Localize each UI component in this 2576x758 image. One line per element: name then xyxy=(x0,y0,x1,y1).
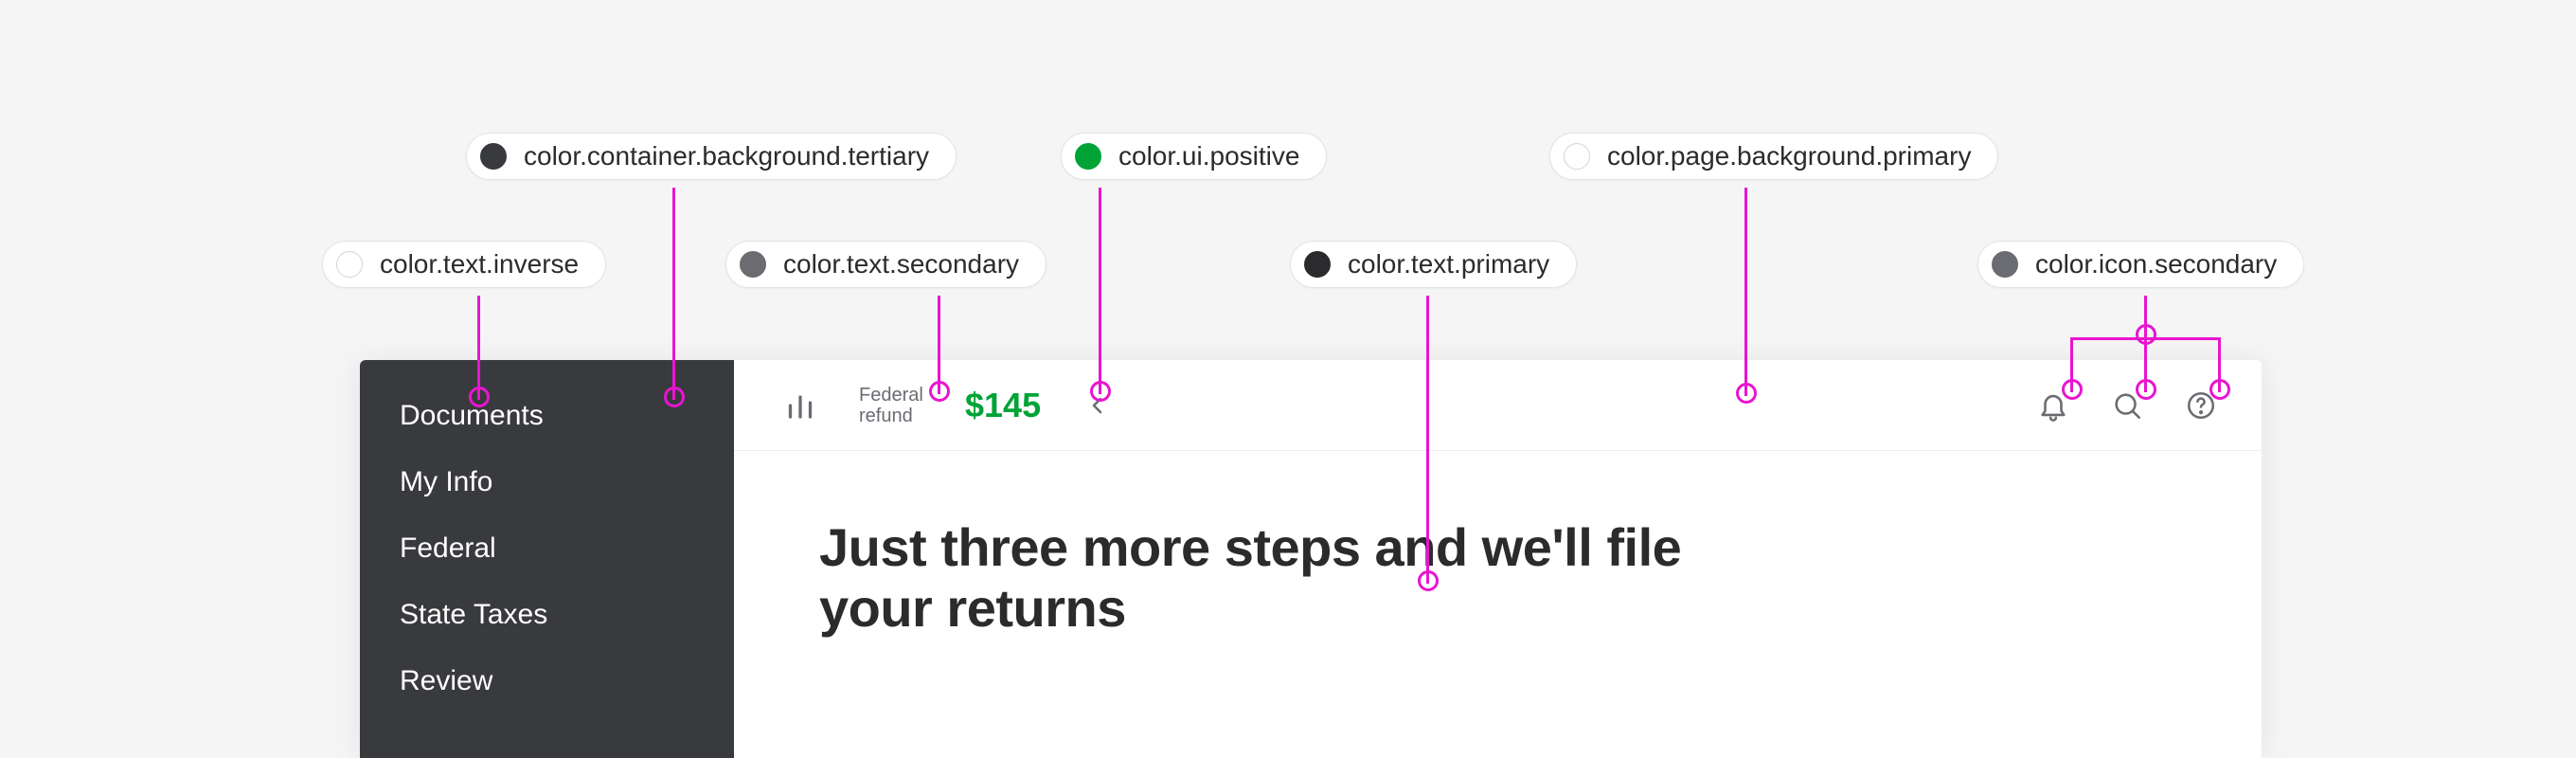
refund-amount: $145 xyxy=(965,386,1041,425)
token-pill-text-inverse: color.text.inverse xyxy=(322,241,606,288)
token-pill-page-bg: color.page.background.primary xyxy=(1549,133,1998,180)
token-pill-ui-positive: color.ui.positive xyxy=(1061,133,1327,180)
token-label: color.page.background.primary xyxy=(1607,141,1971,171)
swatch-icon xyxy=(1564,143,1590,170)
token-label: color.text.secondary xyxy=(783,249,1019,280)
swatch-icon xyxy=(1075,143,1101,170)
token-label: color.text.primary xyxy=(1348,249,1549,280)
main-panel: Federal refund $145 xyxy=(734,360,2262,758)
sidebar-item-label: Federal xyxy=(400,532,496,564)
sidebar-item-label: Review xyxy=(400,665,492,696)
sidebar-item-my-info[interactable]: My Info xyxy=(360,449,734,515)
token-pill-icon-secondary: color.icon.secondary xyxy=(1977,241,2304,288)
token-label: color.icon.secondary xyxy=(2035,249,2277,280)
token-label: color.container.background.tertiary xyxy=(524,141,929,171)
app-window: Documents My Info Federal State Taxes Re… xyxy=(360,360,2262,758)
swatch-icon xyxy=(740,251,766,278)
token-pill-text-primary: color.text.primary xyxy=(1290,241,1577,288)
sidebar-item-review[interactable]: Review xyxy=(360,648,734,714)
sidebar-item-state-taxes[interactable]: State Taxes xyxy=(360,582,734,648)
token-pill-container-bg: color.container.background.tertiary xyxy=(466,133,957,180)
sidebar-item-label: My Info xyxy=(400,466,492,497)
token-label: color.ui.positive xyxy=(1118,141,1299,171)
page-heading: Just three more steps and we'll file you… xyxy=(819,517,1766,640)
sidebar: Documents My Info Federal State Taxes Re… xyxy=(360,360,734,758)
chart-icon[interactable] xyxy=(783,388,817,423)
swatch-icon xyxy=(1304,251,1331,278)
content-area: Just three more steps and we'll file you… xyxy=(734,451,2262,706)
token-label: color.text.inverse xyxy=(380,249,579,280)
sidebar-item-label: State Taxes xyxy=(400,599,547,630)
topbar: Federal refund $145 xyxy=(734,360,2262,451)
swatch-icon xyxy=(1992,251,2018,278)
swatch-icon xyxy=(480,143,507,170)
swatch-icon xyxy=(336,251,363,278)
token-pill-text-secondary: color.text.secondary xyxy=(725,241,1046,288)
sidebar-item-federal[interactable]: Federal xyxy=(360,515,734,582)
